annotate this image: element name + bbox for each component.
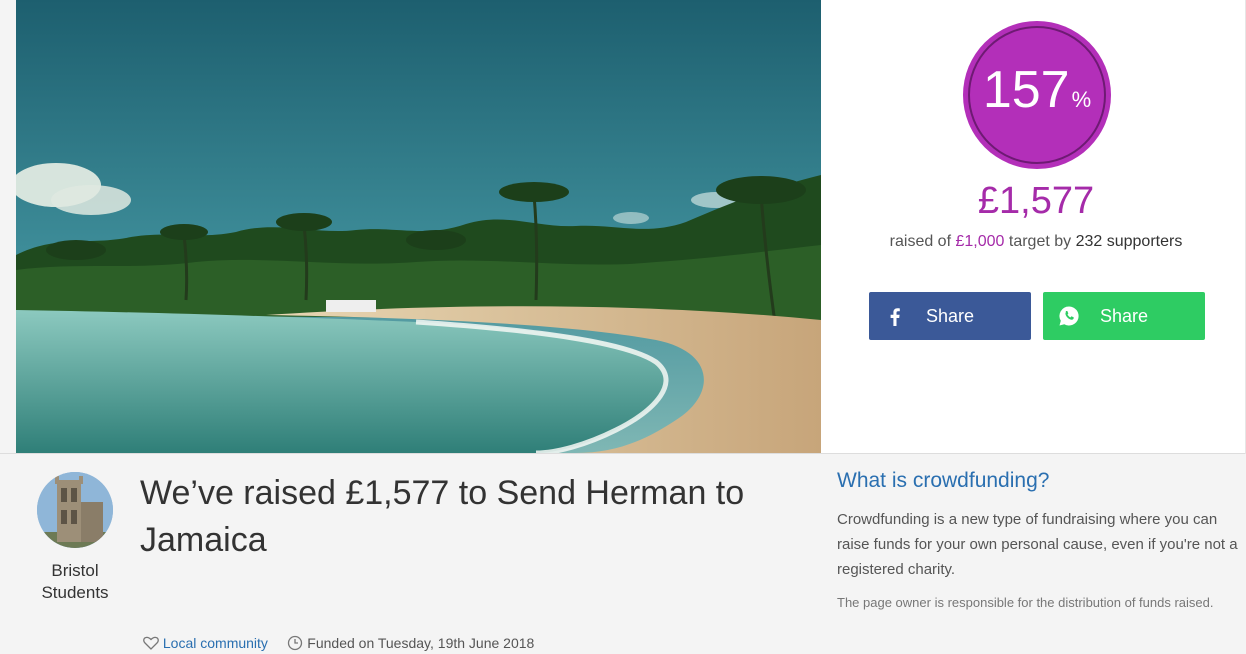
owner-avatar[interactable] — [37, 472, 113, 548]
left-gutter — [0, 0, 16, 454]
progress-percent: 157% — [963, 64, 1111, 116]
funded-date: Funded on Tuesday, 19th June 2018 — [307, 635, 535, 652]
clock-icon — [287, 635, 303, 654]
raised-amount: £1,577 — [977, 180, 1095, 222]
raised-summary: raised of £1,000 target by 232 supporter… — [836, 233, 1236, 251]
heart-icon — [143, 636, 159, 653]
crowdfunding-description: Crowdfunding is a new type of fundraisin… — [837, 511, 1238, 578]
section-divider — [0, 453, 1246, 454]
category-link[interactable]: Local community — [163, 635, 268, 651]
raised-prefix: raised of — [889, 233, 952, 250]
supporters-count: 232 supporters — [1075, 233, 1183, 250]
progress-circle: 157% — [963, 21, 1111, 169]
page-title: We’ve raised £1,577 to Send Herman to Ja… — [140, 474, 745, 559]
percent-sign: % — [1071, 87, 1092, 112]
percent-value: 157 — [982, 61, 1070, 119]
facebook-share-button[interactable]: Share — [869, 292, 1031, 340]
target-mid: target by — [1008, 233, 1072, 250]
owner-name[interactable]: Bristol Students — [25, 560, 125, 604]
whatsapp-share-label: Share — [1099, 306, 1149, 326]
hero-image — [16, 0, 821, 453]
target-amount: £1,000 — [955, 233, 1005, 250]
crowdfunding-note: The page owner is responsible for the di… — [837, 595, 1214, 610]
facebook-share-label: Share — [925, 306, 975, 326]
campaign-meta: Local community Funded on Tuesday, 19th … — [143, 635, 534, 654]
whatsapp-share-button[interactable]: Share — [1043, 292, 1205, 340]
crowdfunding-heading[interactable]: What is crowdfunding? — [837, 469, 1049, 493]
